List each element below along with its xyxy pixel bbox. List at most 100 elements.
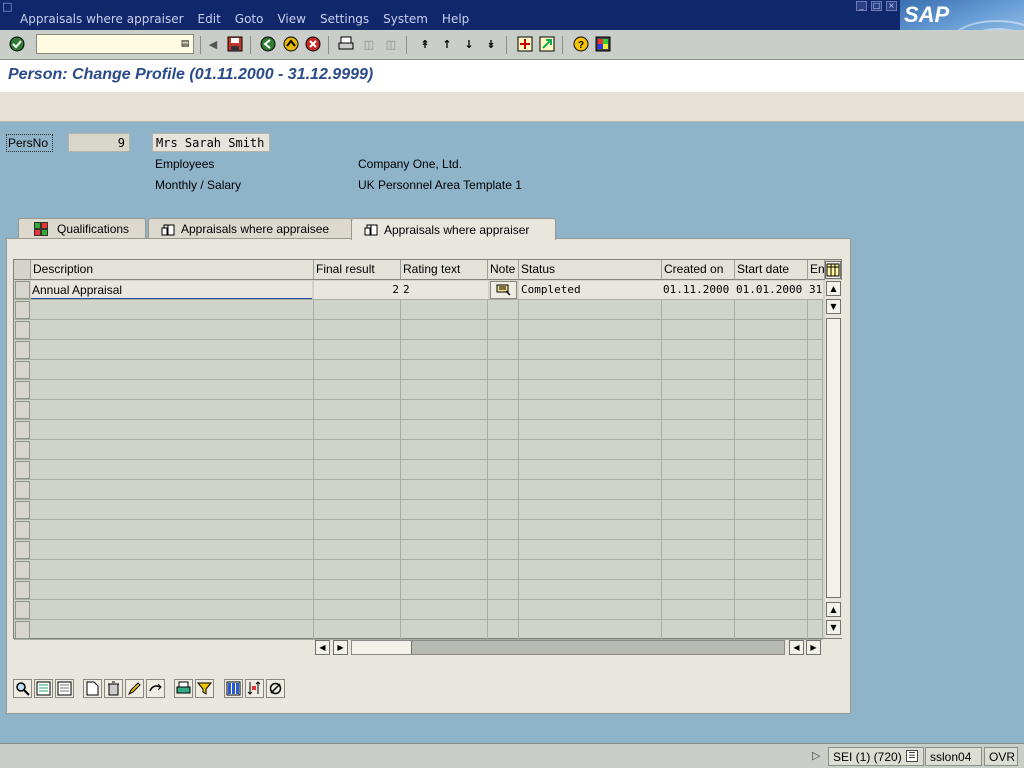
table-cell-empty[interactable] — [488, 420, 519, 439]
table-cell-empty[interactable] — [519, 540, 662, 559]
table-cell-empty[interactable] — [662, 340, 735, 359]
table-cell-empty[interactable] — [401, 620, 488, 639]
table-cell-empty[interactable] — [662, 520, 735, 539]
row-selector[interactable] — [15, 301, 30, 319]
table-cell-empty[interactable] — [735, 460, 808, 479]
table-cell-empty[interactable] — [31, 620, 314, 639]
table-cell-empty[interactable] — [735, 500, 808, 519]
deselect-all-icon[interactable] — [55, 679, 74, 698]
menu-view[interactable]: View — [277, 12, 305, 26]
system-info-icon[interactable]: ☰ — [906, 750, 918, 762]
table-cell-empty[interactable] — [519, 320, 662, 339]
table-cell-empty[interactable] — [401, 400, 488, 419]
table-cell-empty[interactable] — [808, 560, 823, 579]
table-cell-empty[interactable] — [31, 460, 314, 479]
table-settings-icon[interactable] — [825, 261, 841, 279]
table-cell-empty[interactable] — [519, 480, 662, 499]
find-icon[interactable]: ◫ — [360, 35, 378, 53]
table-cell-empty[interactable] — [401, 440, 488, 459]
column-header-final-result[interactable]: Final result — [314, 260, 401, 280]
cell-created-on[interactable]: 01.11.2000 — [662, 281, 735, 299]
scroll-up-icon[interactable]: ▲ — [826, 281, 841, 296]
table-cell-empty[interactable] — [808, 320, 823, 339]
row-selector[interactable] — [15, 401, 30, 419]
row-selector[interactable] — [15, 501, 30, 519]
table-cell-empty[interactable] — [314, 540, 401, 559]
table-cell-empty[interactable] — [31, 440, 314, 459]
table-cell-empty[interactable] — [808, 500, 823, 519]
table-cell-empty[interactable] — [519, 520, 662, 539]
table-cell-empty[interactable] — [519, 420, 662, 439]
table-cell-empty[interactable] — [31, 360, 314, 379]
table-cell-empty[interactable] — [31, 340, 314, 359]
select-all-icon[interactable] — [34, 679, 53, 698]
row-selector[interactable] — [15, 521, 30, 539]
restore-icon[interactable]: □ — [871, 1, 882, 11]
table-cell-empty[interactable] — [519, 560, 662, 579]
table-cell-empty[interactable] — [31, 300, 314, 319]
table-cell-empty[interactable] — [808, 460, 823, 479]
table-cell-empty[interactable] — [519, 500, 662, 519]
tab-appraisals-appraiser[interactable]: Appraisals where appraiser — [351, 218, 556, 240]
table-cell-empty[interactable] — [31, 520, 314, 539]
menu-help[interactable]: Help — [442, 12, 469, 26]
table-row-empty[interactable] — [14, 420, 823, 440]
tab-appraisals-appraisee[interactable]: Appraisals where appraisee — [148, 218, 352, 239]
table-cell-empty[interactable] — [488, 400, 519, 419]
row-selector[interactable] — [15, 281, 30, 299]
table-cell-empty[interactable] — [808, 300, 823, 319]
cell-rating-text[interactable]: 2 — [401, 281, 488, 299]
table-cell-empty[interactable] — [31, 500, 314, 519]
system-menu-icon[interactable]: □ — [2, 0, 16, 13]
choose-columns-icon[interactable] — [224, 679, 243, 698]
scroll-right-icon[interactable]: ▶ — [333, 640, 348, 655]
column-header-description[interactable]: Description — [31, 260, 314, 280]
table-cell-empty[interactable] — [31, 480, 314, 499]
table-cell-empty[interactable] — [488, 340, 519, 359]
table-cell-empty[interactable] — [401, 300, 488, 319]
cell-final-result[interactable]: 2 — [314, 281, 401, 299]
horizontal-scrollbar[interactable]: ◀ ▶ ◀ ▶ — [314, 640, 821, 655]
table-cell-empty[interactable] — [401, 560, 488, 579]
change-icon[interactable] — [125, 679, 144, 698]
exit-icon[interactable] — [282, 35, 300, 53]
detail-icon[interactable] — [13, 679, 32, 698]
table-cell-empty[interactable] — [488, 460, 519, 479]
table-cell-empty[interactable] — [314, 580, 401, 599]
table-cell-empty[interactable] — [401, 420, 488, 439]
table-row-empty[interactable] — [14, 400, 823, 420]
table-cell-empty[interactable] — [314, 500, 401, 519]
scroll-right-end-icon[interactable]: ▶ — [806, 640, 821, 655]
tab-qualifications[interactable]: Qualifications — [18, 218, 146, 239]
table-cell-empty[interactable] — [735, 420, 808, 439]
table-cell-empty[interactable] — [401, 540, 488, 559]
table-cell-empty[interactable] — [314, 320, 401, 339]
table-row-empty[interactable] — [14, 560, 823, 580]
row-selector[interactable] — [15, 461, 30, 479]
select-all-cell[interactable] — [14, 260, 31, 280]
row-selector[interactable] — [15, 481, 30, 499]
table-cell-empty[interactable] — [31, 540, 314, 559]
table-cell-empty[interactable] — [735, 340, 808, 359]
table-cell-empty[interactable] — [401, 380, 488, 399]
row-selector[interactable] — [15, 621, 30, 639]
table-cell-empty[interactable] — [31, 580, 314, 599]
table-cell-empty[interactable] — [488, 580, 519, 599]
delete-icon[interactable] — [104, 679, 123, 698]
menu-goto[interactable]: Goto — [235, 12, 264, 26]
shortcut-icon[interactable] — [538, 35, 556, 53]
table-cell-empty[interactable] — [735, 580, 808, 599]
table-cell-empty[interactable] — [662, 580, 735, 599]
clear-icon[interactable] — [266, 679, 285, 698]
table-cell-empty[interactable] — [31, 420, 314, 439]
table-cell-empty[interactable] — [808, 580, 823, 599]
table-cell-empty[interactable] — [519, 620, 662, 639]
table-cell-empty[interactable] — [519, 460, 662, 479]
table-cell-empty[interactable] — [808, 440, 823, 459]
table-row-empty[interactable] — [14, 340, 823, 360]
table-cell-empty[interactable] — [735, 480, 808, 499]
table-row-empty[interactable] — [14, 360, 823, 380]
table-row[interactable]: Annual Appraisal 2 2 Completed 01.11.200… — [14, 280, 823, 300]
row-selector[interactable] — [15, 581, 30, 599]
table-row-empty[interactable] — [14, 440, 823, 460]
